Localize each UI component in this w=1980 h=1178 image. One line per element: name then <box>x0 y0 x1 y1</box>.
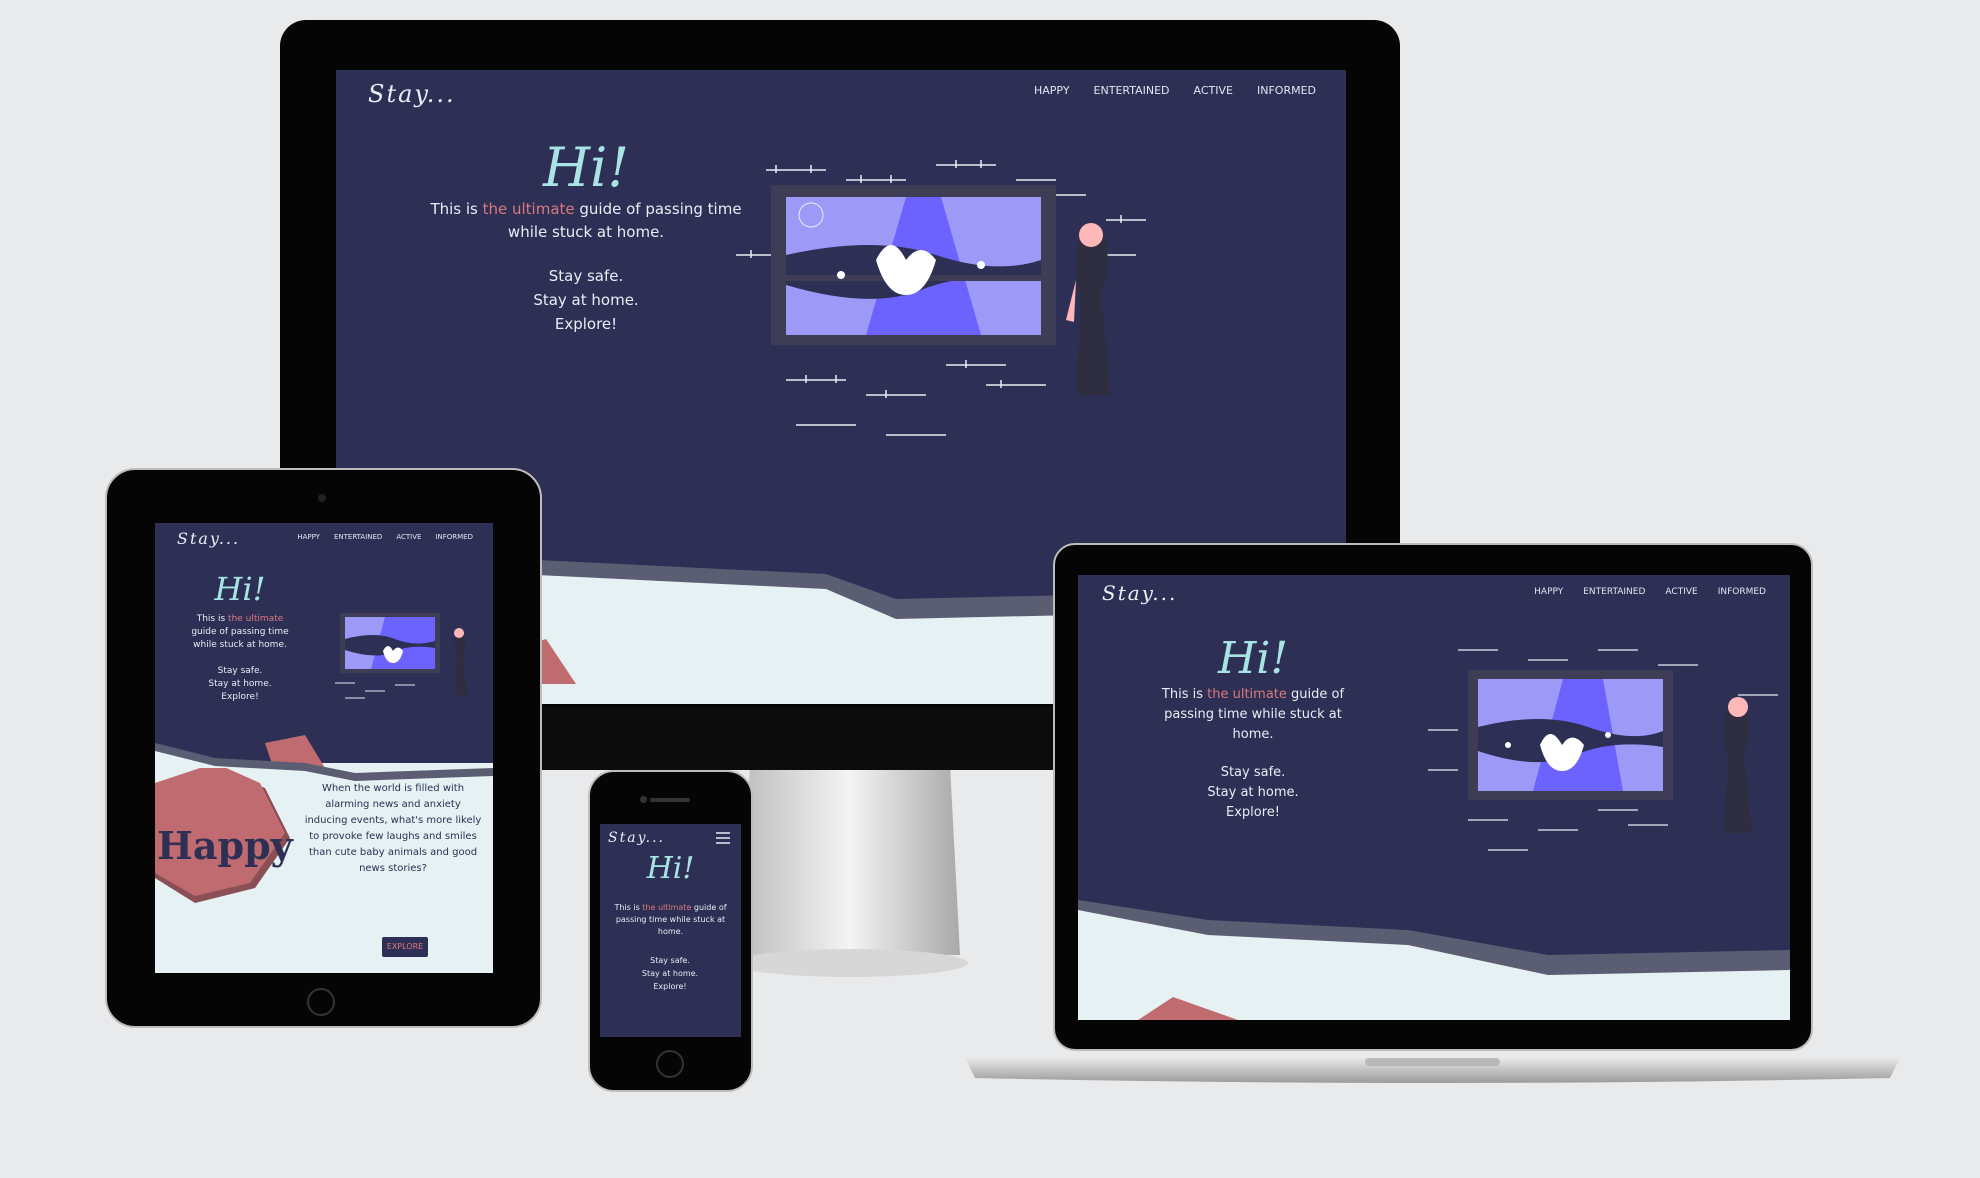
hero-intro: This is the ultimate guide of passing ti… <box>426 198 746 244</box>
brand-logo[interactable]: Stay... <box>1102 581 1177 605</box>
tablet-screen: Stay... HAPPY ENTERTAINED ACTIVE INFORME… <box>155 523 493 973</box>
phone: Stay... Hi! This is the ultimate guide o… <box>588 770 753 1092</box>
hero-lines: Stay safe. Stay at home. Explore! <box>1158 763 1348 823</box>
happy-text: When the world is filled with alarming n… <box>304 783 482 874</box>
hero-intro: This is the ultimate guide of passing ti… <box>608 902 733 938</box>
intro-accent: the ultimate <box>642 903 692 912</box>
intro-text: This is <box>430 200 483 218</box>
laptop: Stay... HAPPY ENTERTAINED ACTIVE INFORME… <box>965 543 1900 1103</box>
line-explore: Explore! <box>653 982 687 991</box>
nav-link-entertained[interactable]: ENTERTAINED <box>1094 84 1170 97</box>
laptop-base <box>965 1058 1900 1083</box>
hero-title: Hi! <box>214 570 266 608</box>
brand-logo[interactable]: Stay... <box>177 529 240 548</box>
tablet-band <box>155 735 493 783</box>
nav-link-active[interactable]: ACTIVE <box>396 533 421 541</box>
intro-text-end: guide of passing time while stuck at hom… <box>191 627 289 650</box>
line-stay-home: Stay at home. <box>1207 785 1299 800</box>
hero-lines: Stay safe. Stay at home. Explore! <box>620 954 720 993</box>
explore-button[interactable]: EXPLORE <box>382 937 428 957</box>
nav-link-active[interactable]: ACTIVE <box>1194 84 1233 97</box>
nav-link-happy[interactable]: HAPPY <box>297 533 320 541</box>
nav-link-informed[interactable]: INFORMED <box>1718 587 1766 597</box>
nav-link-active[interactable]: ACTIVE <box>1665 587 1697 597</box>
hero-illustration <box>1428 649 1778 851</box>
line-explore: Explore! <box>554 315 618 333</box>
tablet-camera <box>318 494 326 502</box>
line-stay-home: Stay at home. <box>641 969 699 978</box>
nav-link-informed[interactable]: INFORMED <box>1257 84 1316 97</box>
line-stay-home: Stay at home. <box>533 291 639 309</box>
happy-heading: Happy <box>157 823 293 868</box>
intro-text: This is <box>196 614 229 624</box>
monitor-stand <box>730 765 970 980</box>
intro-accent: the ultimate <box>482 200 575 218</box>
nav-link-informed[interactable]: INFORMED <box>435 533 473 541</box>
menu-icon[interactable] <box>716 832 730 844</box>
nav-link-happy[interactable]: HAPPY <box>1534 587 1563 597</box>
hero-illustration <box>736 160 1146 436</box>
tablet-home-button[interactable] <box>307 988 335 1016</box>
phone-screen: Stay... Hi! This is the ultimate guide o… <box>600 824 741 1037</box>
brand-logo[interactable]: Stay... <box>608 830 665 846</box>
hero-title: Hi! <box>542 136 630 199</box>
line-explore: Explore! <box>1226 805 1280 820</box>
main-nav: HAPPY ENTERTAINED ACTIVE INFORMED <box>297 533 473 541</box>
line-stay-safe: Stay safe. <box>548 267 624 285</box>
nav-link-entertained[interactable]: ENTERTAINED <box>334 533 382 541</box>
phone-speaker <box>650 798 690 802</box>
main-nav: HAPPY ENTERTAINED ACTIVE INFORMED <box>1034 84 1316 97</box>
intro-text: This is <box>614 903 643 912</box>
hero-intro: This is the ultimate guide of passing ti… <box>1148 685 1358 745</box>
intro-text: This is <box>1161 687 1208 702</box>
brand-logo[interactable]: Stay... <box>368 80 456 108</box>
nav-link-entertained[interactable]: ENTERTAINED <box>1583 587 1645 597</box>
intro-accent: the ultimate <box>1207 687 1287 702</box>
intro-accent: the ultimate <box>228 614 284 624</box>
main-nav: HAPPY ENTERTAINED ACTIVE INFORMED <box>1534 587 1766 597</box>
phone-camera <box>640 796 647 803</box>
hero-intro: This is the ultimate guide of passing ti… <box>190 613 290 652</box>
hero-lines: Stay safe. Stay at home. Explore! <box>436 264 736 336</box>
hero-title: Hi! <box>1217 633 1289 684</box>
hero-title: Hi! <box>646 851 695 886</box>
line-stay-safe: Stay safe. <box>650 956 690 965</box>
phone-home-button[interactable] <box>656 1050 684 1078</box>
laptop-screen: Stay... HAPPY ENTERTAINED ACTIVE INFORME… <box>1078 575 1790 1020</box>
line-stay-safe: Stay safe. <box>1220 765 1286 780</box>
light-band <box>1078 900 1790 1020</box>
tablet: Stay... HAPPY ENTERTAINED ACTIVE INFORME… <box>105 468 542 1028</box>
nav-link-happy[interactable]: HAPPY <box>1034 84 1070 97</box>
